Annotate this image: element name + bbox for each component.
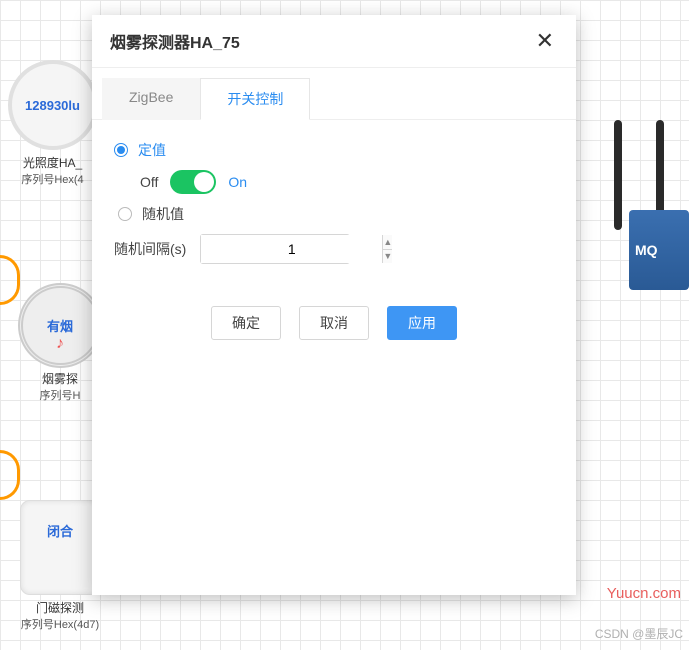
ok-button[interactable]: 确定	[211, 306, 281, 340]
apply-button[interactable]: 应用	[387, 306, 457, 340]
fixed-value-option[interactable]: 定值	[114, 140, 560, 160]
random-value-option[interactable]: 随机值	[114, 204, 560, 224]
chevron-down-icon: ▼	[383, 251, 392, 261]
interval-row: 随机间隔(s) ▲ ▼	[114, 234, 560, 264]
chevron-up-icon: ▲	[383, 237, 392, 247]
interval-label: 随机间隔(s)	[114, 239, 186, 259]
light-sub: 序列号Hex(4	[5, 171, 100, 187]
gateway-label: MQ	[635, 242, 658, 258]
watermark-author: CSDN @墨辰JC	[595, 625, 683, 642]
on-off-toggle[interactable]	[170, 170, 216, 194]
interval-input[interactable]	[201, 235, 382, 263]
modal-body: 定值 Off On 随机值 随机间隔(s) ▲ ▼	[92, 120, 576, 288]
device-light-sensor: 128930lu 光照度HA_ 序列号Hex(4	[5, 60, 100, 187]
door-status: 闭合	[47, 521, 73, 540]
device-config-modal: 烟雾探测器HA_75 ✕ ZigBee 开关控制 定值 Off On 随机值 随…	[92, 15, 576, 595]
spinner-up-button[interactable]: ▲	[383, 235, 392, 250]
tab-zigbee[interactable]: ZigBee	[102, 78, 200, 120]
off-label: Off	[140, 174, 158, 190]
close-icon: ✕	[536, 28, 554, 53]
radio-fixed[interactable]	[114, 143, 128, 157]
antenna-icon	[614, 120, 622, 230]
device-gateway: MQ	[609, 120, 689, 290]
light-value: 128930lu	[25, 98, 80, 113]
random-label: 随机值	[142, 204, 184, 224]
close-button[interactable]: ✕	[532, 30, 558, 52]
tab-bar: ZigBee 开关控制	[92, 68, 576, 120]
spinner-down-button[interactable]: ▼	[383, 250, 392, 264]
door-label: 门磁探测	[15, 599, 105, 616]
modal-header: 烟雾探测器HA_75 ✕	[92, 15, 576, 68]
light-label: 光照度HA_	[5, 154, 100, 171]
radio-random[interactable]	[118, 207, 132, 221]
cancel-button[interactable]: 取消	[299, 306, 369, 340]
modal-title: 烟雾探测器HA_75	[110, 29, 240, 53]
on-label: On	[228, 174, 247, 190]
music-note-icon: ♪	[56, 335, 64, 353]
tab-switch-control[interactable]: 开关控制	[200, 78, 310, 120]
door-sub: 序列号Hex(4d7)	[15, 616, 105, 632]
smoke-status: 有烟	[47, 316, 73, 335]
interval-spinner: ▲ ▼	[200, 234, 350, 264]
toggle-row: Off On	[114, 170, 560, 194]
watermark-site: Yuucn.com	[607, 585, 681, 602]
modal-footer: 确定 取消 应用	[92, 288, 576, 350]
fixed-label: 定值	[138, 140, 166, 160]
